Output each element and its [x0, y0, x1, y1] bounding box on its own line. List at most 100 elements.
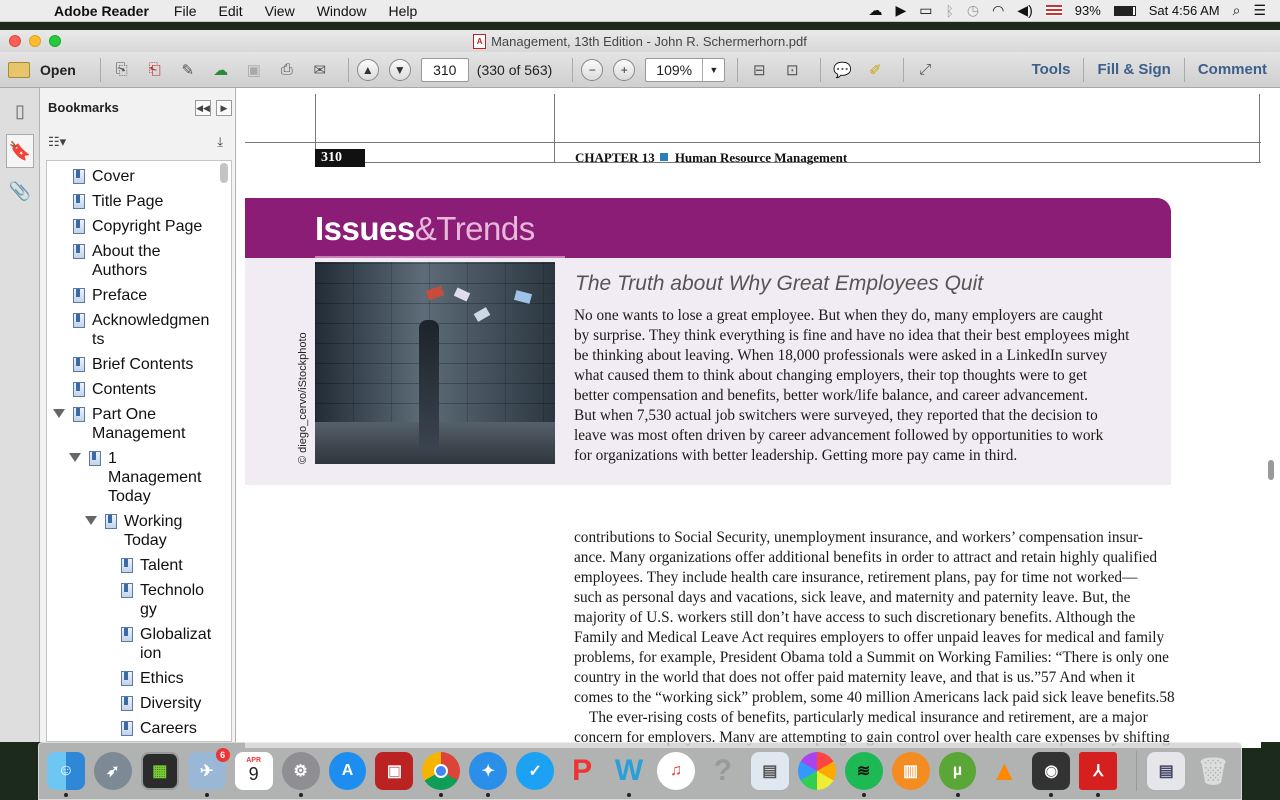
- bookmark-item[interactable]: Part One Management: [73, 405, 185, 443]
- dock-preview[interactable]: ▤: [750, 752, 789, 790]
- dock-finder[interactable]: ☺: [47, 752, 85, 797]
- battery-percent[interactable]: 93%: [1075, 3, 1101, 18]
- spotlight-icon[interactable]: ⌕: [1233, 2, 1241, 19]
- create-pdf-icon[interactable]: ⎘: [109, 58, 135, 82]
- collapse-panel-icon[interactable]: ◀◀: [195, 100, 211, 116]
- disclosure-triangle-icon[interactable]: [69, 453, 81, 462]
- bookmark-item[interactable]: Brief Contents: [73, 355, 193, 374]
- cloud-icon[interactable]: ☁: [868, 2, 882, 19]
- volume-icon[interactable]: ◀): [1017, 2, 1032, 19]
- app-menu[interactable]: Adobe Reader: [54, 3, 149, 19]
- bookmark-item[interactable]: Preface: [73, 286, 147, 305]
- clock[interactable]: Sat 4:56 AM: [1149, 3, 1220, 18]
- disclosure-triangle-icon[interactable]: [85, 516, 97, 525]
- bookmark-scrollbar[interactable]: [220, 163, 228, 183]
- dock-twitter[interactable]: ✓: [516, 752, 555, 790]
- bookmark-item[interactable]: Globalizat ion: [121, 625, 211, 663]
- close-button[interactable]: [9, 35, 21, 47]
- play-icon[interactable]: ▶: [895, 2, 906, 19]
- dock-acrobat[interactable]: ⅄: [1079, 752, 1118, 797]
- menu-file[interactable]: File: [174, 3, 197, 19]
- dock-chrome[interactable]: [422, 752, 461, 797]
- dock-word[interactable]: W: [610, 752, 648, 797]
- dock-app-store[interactable]: A: [328, 752, 367, 790]
- dock-photo-booth[interactable]: ▣: [375, 752, 414, 790]
- dock-calendar[interactable]: APR 9: [234, 752, 273, 790]
- dock-itunes[interactable]: ♫: [656, 752, 695, 790]
- menu-edit[interactable]: Edit: [218, 3, 242, 19]
- fit-width-icon[interactable]: ⊟: [746, 58, 772, 82]
- bluetooth-icon[interactable]: ᛒ: [945, 3, 953, 19]
- disclosure-triangle-icon[interactable]: [53, 409, 65, 418]
- dock-trash[interactable]: 🗑: [1194, 752, 1232, 790]
- dock-video[interactable]: ◉: [1032, 752, 1071, 797]
- find-bookmark-icon[interactable]: ⤓: [217, 134, 223, 150]
- time-machine-icon[interactable]: ◷: [967, 2, 979, 19]
- dock-utorrent[interactable]: µ: [938, 752, 977, 797]
- bookmark-item[interactable]: Technolo gy: [121, 581, 204, 619]
- print-icon[interactable]: ⎙: [274, 58, 300, 82]
- dock-vlc[interactable]: ▲: [985, 752, 1023, 790]
- wifi-icon[interactable]: ◠: [992, 2, 1004, 19]
- zoom-level-select[interactable]: 109% ▼: [645, 57, 726, 82]
- document-scrollbar[interactable]: [1268, 460, 1274, 480]
- dock-launchpad[interactable]: ➶: [93, 752, 132, 790]
- dock-activity-monitor[interactable]: ▦: [140, 752, 179, 790]
- bookmark-item[interactable]: Ethics: [121, 669, 184, 688]
- menu-help[interactable]: Help: [389, 3, 418, 19]
- previous-page-button[interactable]: ▲: [356, 58, 379, 81]
- zoom-button[interactable]: [49, 35, 61, 47]
- bookmark-item[interactable]: Acknowledgmen ts: [73, 311, 209, 349]
- minimize-button[interactable]: [29, 35, 41, 47]
- notification-center-icon[interactable]: ☰: [1253, 2, 1266, 19]
- document-view[interactable]: 310 CHAPTER 13 Human Resource Management …: [245, 94, 1261, 748]
- bookmark-item[interactable]: Careers: [121, 719, 197, 738]
- full-screen-icon[interactable]: ⤢: [912, 58, 938, 82]
- bookmark-item[interactable]: Copyright Page: [73, 217, 202, 236]
- upload-icon[interactable]: ☁: [208, 58, 234, 82]
- dock-photos[interactable]: [797, 752, 836, 790]
- attachments-icon[interactable]: 📎: [6, 174, 34, 208]
- menu-window[interactable]: Window: [317, 3, 367, 19]
- dock-system-preferences[interactable]: ⚙: [281, 752, 320, 797]
- edit-pdf-icon[interactable]: ✎: [175, 58, 201, 82]
- bookmark-item[interactable]: Cover: [73, 167, 135, 186]
- battery-icon[interactable]: [1113, 5, 1136, 16]
- bookmark-item[interactable]: Working Today: [105, 512, 182, 550]
- flag-icon[interactable]: [1045, 5, 1062, 16]
- dock-ibooks[interactable]: ▥: [891, 752, 930, 790]
- open-button[interactable]: Open: [40, 62, 76, 78]
- bookmark-options-icon[interactable]: ☷▾: [48, 134, 66, 150]
- tools-tab[interactable]: Tools: [1032, 61, 1071, 78]
- chevron-down-icon[interactable]: ▼: [702, 58, 724, 81]
- highlight-icon[interactable]: ✐: [862, 58, 888, 82]
- menu-view[interactable]: View: [265, 3, 295, 19]
- panel-menu-icon[interactable]: ▶: [216, 100, 232, 116]
- page-number-input[interactable]: 310: [420, 57, 469, 82]
- bookmark-item[interactable]: Talent: [121, 556, 183, 575]
- bookmark-item[interactable]: Contents: [73, 380, 156, 399]
- zoom-in-button[interactable]: +: [613, 58, 636, 81]
- export-pdf-icon[interactable]: ⎗: [142, 58, 168, 82]
- next-page-button[interactable]: ▼: [388, 58, 411, 81]
- dock-help[interactable]: ?: [704, 752, 742, 790]
- dock-files[interactable]: ▤: [1147, 752, 1186, 790]
- page-thumbnails-icon[interactable]: ▯: [6, 94, 34, 128]
- folder-icon[interactable]: [8, 61, 30, 78]
- bookmark-item[interactable]: About the Authors: [73, 242, 161, 280]
- bookmark-item[interactable]: Diversity: [121, 694, 201, 713]
- dock-mail[interactable]: ✈ 6: [187, 748, 230, 797]
- bookmark-item[interactable]: Title Page: [73, 192, 163, 211]
- comment-tab[interactable]: Comment: [1198, 61, 1267, 78]
- dock-safari[interactable]: ✦: [469, 752, 508, 797]
- bookmarks-icon[interactable]: 🔖: [6, 134, 34, 168]
- save-icon[interactable]: ▣: [241, 58, 267, 82]
- bookmark-item[interactable]: 1 Management Today: [89, 449, 201, 506]
- email-icon[interactable]: ✉: [307, 58, 333, 82]
- dock-wps[interactable]: P: [563, 752, 601, 790]
- fill-sign-tab[interactable]: Fill & Sign: [1097, 61, 1170, 78]
- dock-spotify[interactable]: ≋: [844, 752, 883, 797]
- sticky-note-icon[interactable]: 💬: [829, 58, 855, 82]
- fit-page-icon[interactable]: ⊡: [779, 58, 805, 82]
- airplay-icon[interactable]: ▭: [919, 2, 932, 19]
